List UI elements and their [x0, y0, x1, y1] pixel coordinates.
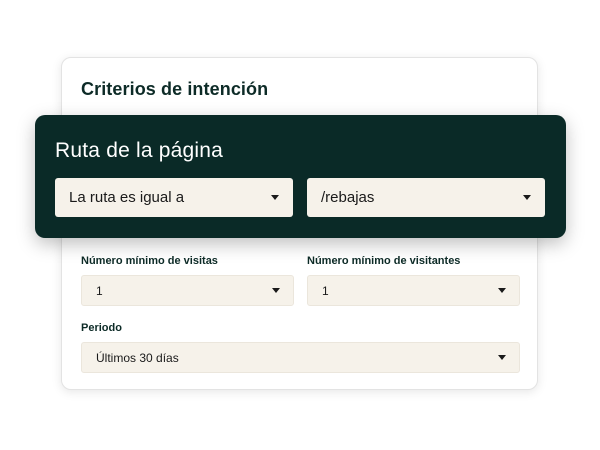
- period-value: Últimos 30 días: [96, 350, 179, 365]
- route-path-value: /rebajas: [321, 189, 375, 206]
- route-path-select[interactable]: /rebajas: [307, 178, 545, 217]
- min-visitors-label: Número mínimo de visitantes: [307, 255, 461, 267]
- min-visits-value: 1: [96, 283, 103, 298]
- min-visits-label: Número mínimo de visitas: [81, 255, 218, 267]
- chevron-down-icon: [498, 288, 506, 293]
- min-visits-select[interactable]: 1: [81, 275, 294, 306]
- card-title: Criterios de intención: [81, 79, 269, 99]
- route-condition-select[interactable]: La ruta es igual a: [55, 178, 293, 217]
- chevron-down-icon: [498, 355, 506, 360]
- min-visitors-value: 1: [322, 283, 329, 298]
- route-condition-value: La ruta es igual a: [69, 189, 185, 206]
- page-route-panel: Ruta de la página La ruta es igual a /re…: [35, 115, 566, 238]
- period-label: Periodo: [81, 322, 122, 334]
- min-visitors-select[interactable]: 1: [307, 275, 520, 306]
- chevron-down-icon: [271, 195, 279, 200]
- chevron-down-icon: [272, 288, 280, 293]
- period-select[interactable]: Últimos 30 días: [81, 342, 520, 373]
- page-route-title: Ruta de la página: [55, 139, 224, 162]
- chevron-down-icon: [523, 195, 531, 200]
